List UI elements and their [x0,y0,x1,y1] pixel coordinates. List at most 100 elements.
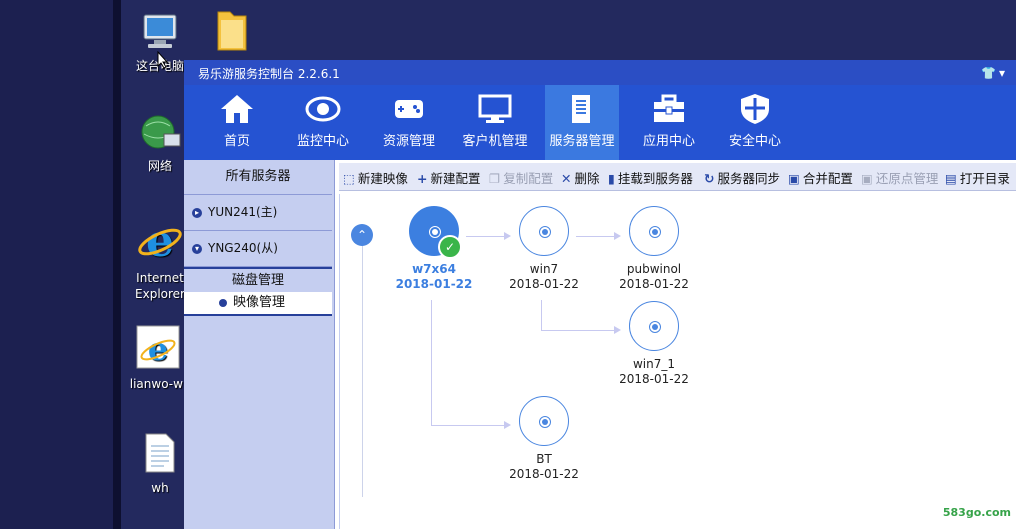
image-name: BT [536,452,552,466]
tool-label: 复制配置 [503,171,554,186]
check-icon: ✓ [438,235,462,259]
nav-monitor-center[interactable]: 监控中心 [287,85,359,160]
chevron-down-icon: ▾ [192,243,202,254]
server-sidebar: 所有服务器 ▸ YUN241(主) ▾ YNG240(从) 磁盘管理 映像管理 [184,160,335,529]
image-node-bt[interactable]: BT 2018-01-22 [494,396,594,482]
image-name: w7x64 [412,262,456,276]
new-image-icon: ⬚ [343,171,355,186]
nav-security-center[interactable]: 安全中心 [719,85,791,160]
eye-icon [305,96,341,122]
delete-button[interactable]: ✕ 删除 [561,168,600,187]
tool-label: 打开目录 [959,171,1010,186]
watermark: 583go.com [942,506,1011,519]
nav-label: 服务器管理 [549,134,615,149]
tool-label: 新建映像 [357,171,408,186]
new-config-button[interactable]: + 新建配置 [417,168,481,187]
image-node-win7[interactable]: win7 2018-01-22 [494,206,594,292]
tool-label: 还原点管理 [875,171,939,186]
server-console-window: 易乐游服务控制台 2.2.6.1 👕 ▾ 首页 监控中心 资源管理 客户机管理 … [184,60,1016,529]
new-image-button[interactable]: ⬚ 新建映像 [343,168,408,187]
image-tree-canvas: ⌃ ✓ w7x64 2018-01-22 win7 2018-01-22 pub… [339,194,1016,529]
nav-label: 客户机管理 [462,134,528,149]
disc-image-icon [519,396,569,446]
disc-image-icon: ✓ [409,206,462,259]
image-date: 2018-01-22 [395,277,473,291]
disc-image-icon [629,206,679,256]
toolbox-icon [654,94,684,122]
mouse-cursor-icon [157,50,169,73]
tool-label: 服务器同步 [717,171,780,186]
image-node-win7-1[interactable]: win7_1 2018-01-22 [604,301,704,387]
tool-label: 合并配置 [802,171,853,186]
merge-icon: ▣ [788,171,800,186]
desktop-icon-label: lianwo-wi [129,377,187,391]
mount-to-server-button[interactable]: ▮ 挂载到服务器 [608,168,693,187]
delete-icon: ✕ [561,171,572,186]
sidebar-all-servers[interactable]: 所有服务器 [184,160,332,195]
internet-explorer-shortcut-icon: e [124,324,192,374]
gamepad-icon [395,100,423,118]
sidebar-divider [184,314,332,316]
image-name: win7 [529,262,559,276]
lock-icon: ▣ [861,171,873,186]
copy-icon: ❐ [489,171,501,186]
merge-config-button[interactable]: ▣ 合并配置 [788,168,853,187]
nav-resource-management[interactable]: 资源管理 [373,85,445,160]
image-date: 2018-01-22 [509,277,579,291]
sidebar-sub-label: 映像管理 [233,295,286,310]
restore-point-button[interactable]: ▣ 还原点管理 [861,168,938,187]
left-desktop-strip [0,0,113,529]
server-sync-button[interactable]: ↻ 服务器同步 [704,168,780,187]
bullet-dot-icon [219,298,227,307]
desktop-icon-lianwo[interactable]: e lianwo-wi [124,324,192,392]
disc-image-icon [629,301,679,351]
nav-label: 首页 [223,134,250,149]
sync-icon: ↻ [704,171,715,186]
skin-shirt-icon[interactable]: 👕 [981,66,996,80]
chevron-right-icon: ▸ [192,207,202,218]
nav-home[interactable]: 首页 [201,85,273,160]
nav-label: 安全中心 [728,134,781,149]
svg-text:e: e [146,216,174,264]
menu-dropdown-icon[interactable]: ▾ [999,66,1005,80]
nav-label: 资源管理 [382,134,435,149]
nav-label: 应用中心 [642,134,695,149]
image-node-w7x64[interactable]: ✓ w7x64 2018-01-22 [384,206,484,292]
shield-icon [741,94,769,124]
image-node-pubwinol[interactable]: pubwinol 2018-01-22 [604,206,704,292]
nav-server-management[interactable]: 服务器管理 [545,85,619,160]
server-label: YUN241(主) [208,205,278,219]
open-directory-button[interactable]: ▤ 打开目录 [945,168,1010,187]
desktop-icon-folder[interactable] [198,6,266,60]
disc-image-icon [519,206,569,256]
svg-text:e: e [148,330,168,368]
mount-icon: ▮ [608,171,615,186]
home-icon [221,95,253,123]
image-toolbar: ⬚ 新建映像 + 新建配置 ❐ 复制配置 ✕ 删除 ▮ 挂载到服务器 ↻ 服务器同步 ▣ 合并… [339,163,1016,191]
tree-guide-line [362,234,363,497]
image-name: pubwinol [626,262,682,276]
sidebar-disk-management[interactable]: 磁盘管理 [184,267,332,293]
sidebar-image-management[interactable]: 映像管理 [184,292,332,314]
copy-config-button[interactable]: ❐ 复制配置 [489,168,553,187]
folder-icon [198,6,266,58]
main-navbar: 首页 监控中心 资源管理 客户机管理 服务器管理 应用中心 安全中心 [184,85,1016,160]
image-date: 2018-01-22 [619,277,689,291]
sidebar-server-yng240[interactable]: ▾ YNG240(从) [184,231,332,267]
window-titlebar: 易乐游服务控制台 2.2.6.1 👕 ▾ [184,60,1016,85]
server-label: YNG240(从) [208,241,278,255]
image-date: 2018-01-22 [619,372,689,386]
server-icon [572,95,590,123]
sidebar-server-yun241[interactable]: ▸ YUN241(主) [184,195,332,231]
nav-client-management[interactable]: 客户机管理 [459,85,531,160]
image-date: 2018-01-22 [509,467,579,481]
image-name: win7_1 [632,357,676,371]
connector [431,300,432,425]
collapse-chevron-up-icon[interactable]: ⌃ [351,224,373,246]
tool-label: 新建配置 [430,171,481,186]
monitor-icon [478,94,512,123]
computer-icon [126,12,194,56]
left-edge [113,0,121,529]
window-title: 易乐游服务控制台 2.2.6.1 [198,67,340,81]
nav-app-center[interactable]: 应用中心 [633,85,705,160]
